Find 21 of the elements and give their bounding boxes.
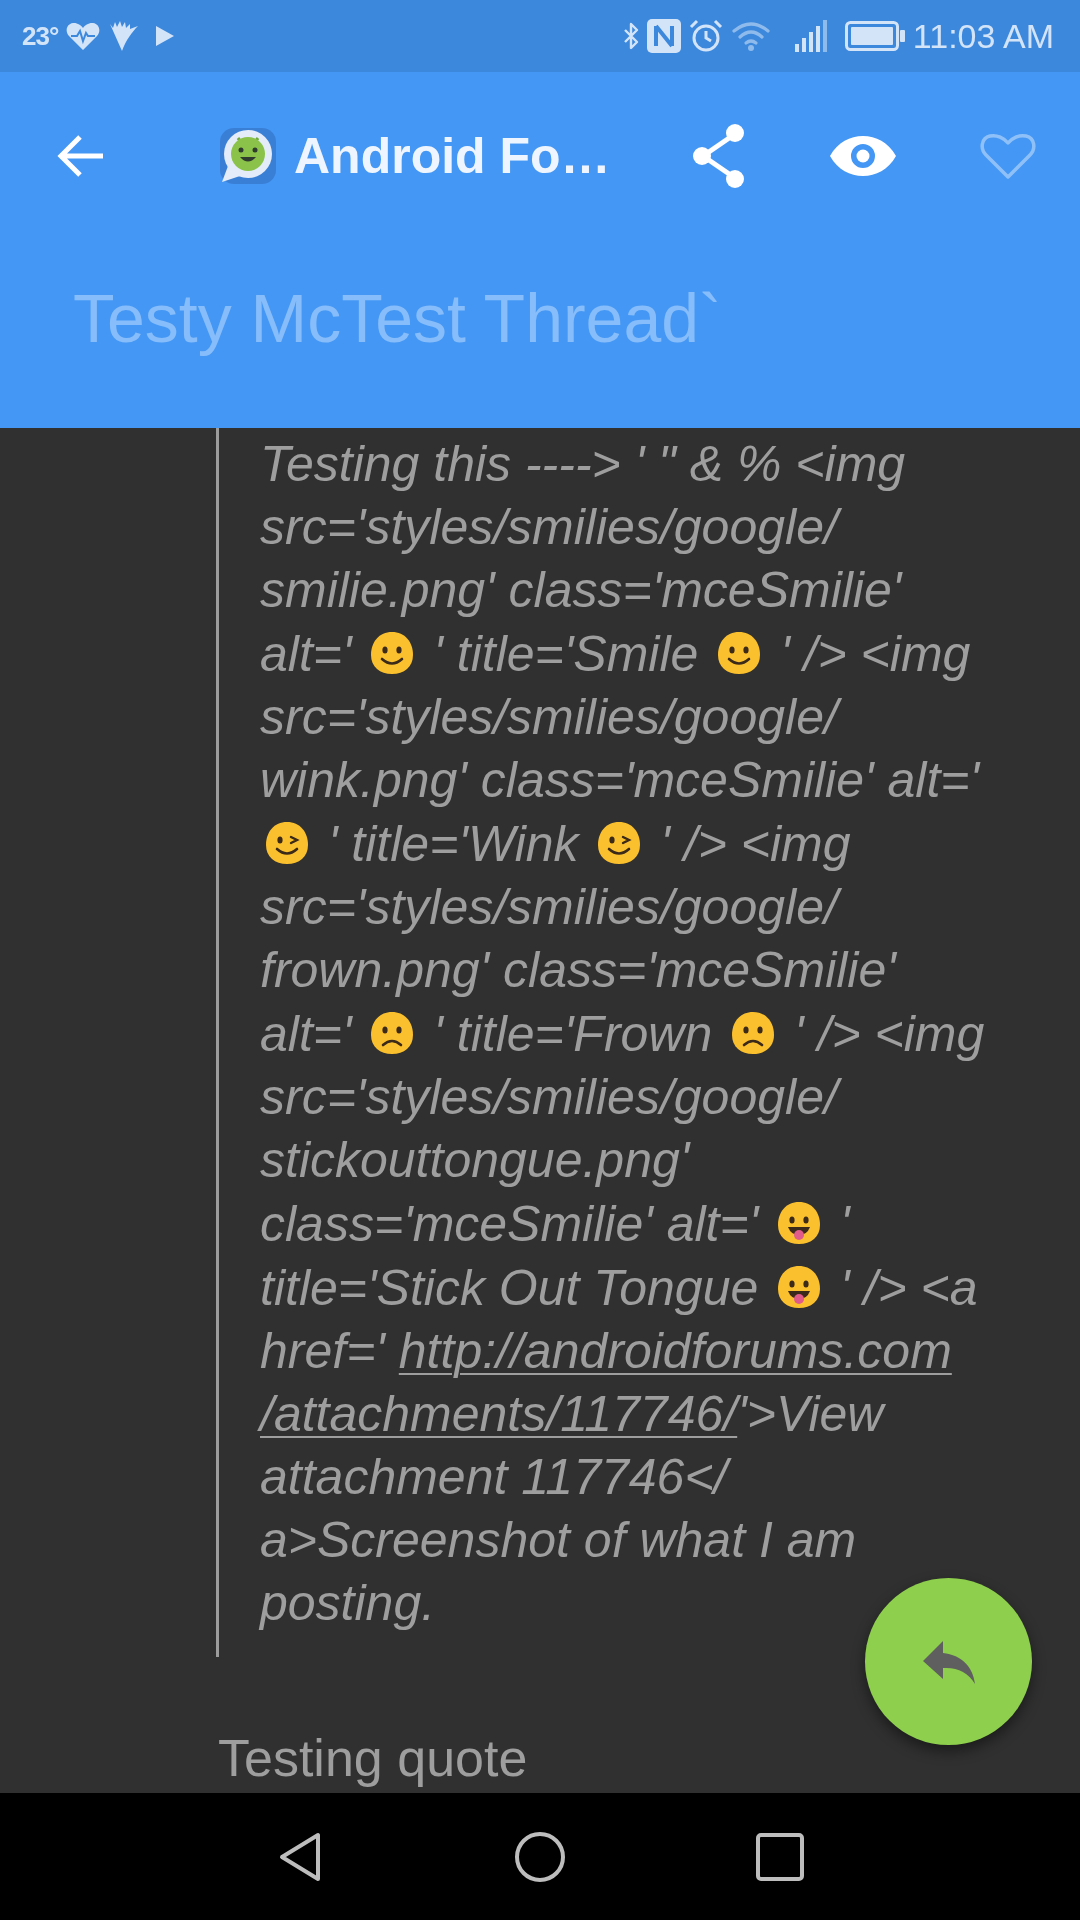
wifi-icon — [730, 20, 771, 52]
post-text: Testing quote — [218, 1729, 529, 1789]
home-icon[interactable] — [514, 1830, 566, 1883]
back-icon[interactable] — [278, 1831, 322, 1882]
eye-icon[interactable] — [829, 135, 897, 177]
share-icon[interactable] — [691, 123, 747, 189]
play-icon — [156, 26, 175, 46]
signal-icon — [794, 20, 829, 52]
link[interactable]: http://androidforums.com — [398, 1320, 952, 1383]
clock-time: 11:03 AM — [912, 19, 1054, 53]
recents-icon[interactable] — [756, 1832, 804, 1881]
alarm-clock-icon — [688, 19, 723, 53]
forum-title: Android Fo… — [294, 128, 611, 184]
heart-pulse-icon — [66, 21, 101, 51]
battery-icon — [844, 21, 905, 51]
thread-title: Testy McTest Thread` — [72, 279, 723, 358]
nfc-icon — [646, 19, 681, 53]
bluetooth-icon — [622, 22, 639, 50]
temperature: 23° — [22, 23, 59, 49]
grass-icon — [108, 20, 141, 52]
back-arrow-icon[interactable] — [56, 133, 106, 179]
